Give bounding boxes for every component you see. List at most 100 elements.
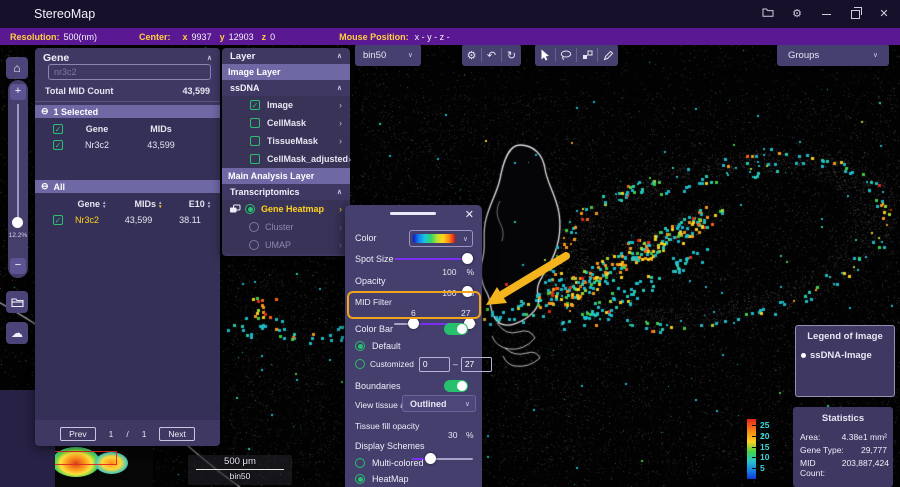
- selected-gene-row[interactable]: ✓ Nr3c2 43,599: [53, 140, 191, 150]
- heatmap-colorbar: 25 20 15 10 5: [745, 418, 791, 482]
- files-button[interactable]: [6, 291, 28, 313]
- settings-gear-icon[interactable]: ⚙: [787, 0, 807, 28]
- maximize-icon[interactable]: [845, 0, 865, 28]
- chevron-right-icon[interactable]: ›: [339, 136, 342, 146]
- layer-item-tissuemask[interactable]: TissueMask ›: [222, 132, 350, 150]
- layer-panel-title: Layer: [230, 51, 255, 62]
- gene-search-input[interactable]: [48, 64, 211, 80]
- chevron-up-icon[interactable]: ∧: [337, 84, 342, 92]
- chevron-up-icon[interactable]: ∧: [337, 188, 342, 196]
- slider-handle[interactable]: [462, 253, 473, 264]
- layer-checkbox[interactable]: [250, 136, 260, 146]
- all-mids-header[interactable]: MIDs▲▼: [121, 199, 176, 209]
- default-radio-selected[interactable]: [355, 341, 365, 351]
- all-e10-header[interactable]: E10▲▼: [176, 199, 224, 209]
- home-button[interactable]: ⌂: [6, 57, 28, 79]
- chevron-right-icon[interactable]: ›: [339, 240, 342, 250]
- cursor-tool-button[interactable]: [535, 44, 555, 66]
- chevron-down-icon: ∨: [873, 51, 878, 59]
- color-select[interactable]: ∨: [409, 230, 473, 247]
- customized-max-input[interactable]: [461, 357, 492, 372]
- mid-count-label: MID Count:: [800, 458, 842, 478]
- chevron-right-icon[interactable]: ›: [339, 118, 342, 128]
- check-icon: ✓: [55, 216, 62, 225]
- layer-item-umap[interactable]: UMAP ›: [222, 236, 350, 254]
- chevron-up-icon[interactable]: ∧: [207, 54, 212, 62]
- gene-type-label: Gene Type:: [800, 445, 844, 455]
- layer-item-cellmask[interactable]: CellMask ›: [222, 114, 350, 132]
- layer-item-gene-heatmap[interactable]: Gene Heatmap ›: [222, 200, 350, 218]
- radio-unselected[interactable]: [249, 222, 259, 232]
- chevron-right-icon[interactable]: ›: [339, 100, 342, 110]
- lasso-tool-button[interactable]: [556, 44, 576, 66]
- layer-item-cluster[interactable]: Cluster ›: [222, 218, 350, 236]
- prev-page-button[interactable]: Prev: [60, 427, 95, 441]
- layer-checkbox[interactable]: [250, 154, 260, 164]
- chevron-right-icon[interactable]: ›: [339, 204, 342, 214]
- check-icon: ✓: [55, 141, 62, 150]
- center-x-label: x: [183, 32, 188, 42]
- boundaries-toggle[interactable]: [444, 380, 468, 392]
- chevron-up-icon[interactable]: ∧: [337, 52, 342, 60]
- layer-item-cellmask-adjusted[interactable]: CellMask_adjusted ›: [222, 150, 350, 168]
- open-file-icon[interactable]: [758, 0, 778, 28]
- heatmap-settings-popup: ✕ Color ∨ Spot Size 100 % Opacity 100 %: [345, 205, 482, 487]
- radio-selected[interactable]: [245, 204, 255, 214]
- minimize-icon[interactable]: [816, 0, 836, 28]
- heatmap-settings-button[interactable]: ⚙: [462, 44, 481, 66]
- minimap-viewport-rect[interactable]: [55, 451, 117, 465]
- radio-unselected[interactable]: [249, 240, 259, 250]
- gene-checkbox[interactable]: ✓: [53, 140, 63, 150]
- color-bar-label: Color Bar: [355, 324, 393, 334]
- chevron-right-icon[interactable]: ›: [339, 222, 342, 232]
- sort-icon[interactable]: ▲▼: [102, 201, 106, 209]
- cloud-upload-button[interactable]: ☁: [6, 322, 28, 344]
- customized-min-input[interactable]: [419, 357, 450, 372]
- heatmap-option-label: HeatMap: [372, 474, 409, 484]
- color-bar-toggle[interactable]: [444, 323, 468, 335]
- sort-desc-icon[interactable]: ▲▼: [158, 201, 162, 209]
- selected-section-header[interactable]: ⊖ 1 Selected: [35, 105, 220, 118]
- collapse-circle-icon[interactable]: ⊖: [41, 181, 49, 192]
- heatmap-radio-selected[interactable]: [355, 474, 365, 484]
- zoom-slider-handle[interactable]: [12, 217, 23, 228]
- pagination: Prev 1 / 1 Next: [35, 422, 220, 446]
- undo-button[interactable]: ↶: [482, 44, 501, 66]
- sort-icon[interactable]: ▲▼: [207, 201, 211, 209]
- spot-size-slider[interactable]: [395, 253, 473, 264]
- next-page-button[interactable]: Next: [159, 427, 194, 441]
- close-icon[interactable]: ✕: [874, 0, 894, 28]
- tissue-fill-label: Tissue fill opacity: [355, 421, 419, 431]
- reset-view-button[interactable]: ↻: [502, 44, 521, 66]
- ssdna-group-header[interactable]: ssDNA ∧: [222, 80, 350, 96]
- drag-handle[interactable]: [390, 212, 436, 215]
- view-tissue-select[interactable]: Outlined ∨: [402, 395, 476, 412]
- all-gene-header[interactable]: Gene▲▼: [63, 199, 121, 209]
- all-gene-table: Gene▲▼ MIDs▲▼ E10▲▼ ✓ Nr3c2 43,599 38.11: [35, 193, 220, 420]
- gene-checkbox[interactable]: ✓: [53, 215, 63, 225]
- groups-dropdown[interactable]: Groups ∨: [777, 44, 889, 66]
- layer-checkbox[interactable]: ✓: [250, 100, 260, 110]
- bin-selector[interactable]: bin50 ∨: [355, 44, 421, 66]
- zoom-slider-track[interactable]: [17, 104, 19, 222]
- all-section-header[interactable]: ⊖ All: [35, 180, 220, 193]
- zoom-out-button[interactable]: −: [10, 258, 26, 274]
- multi-colored-radio[interactable]: [355, 458, 365, 468]
- chevron-right-icon[interactable]: ›: [348, 154, 351, 164]
- transcriptomics-group-header[interactable]: Transcriptomics ∧: [222, 184, 350, 200]
- merge-tool-button[interactable]: [577, 44, 597, 66]
- layer-checkbox[interactable]: [250, 118, 260, 128]
- customized-radio[interactable]: [355, 359, 365, 369]
- layer-item-image[interactable]: ✓ Image ›: [222, 96, 350, 114]
- close-icon[interactable]: ✕: [465, 208, 474, 221]
- pen-tool-button[interactable]: [598, 44, 618, 66]
- resolution-value: 500(nm): [64, 32, 98, 42]
- all-section-label: All: [54, 182, 66, 192]
- zoom-in-button[interactable]: +: [10, 84, 26, 100]
- gear-icon: ⚙: [467, 49, 477, 62]
- range-dash: –: [453, 359, 458, 369]
- select-all-checkbox[interactable]: ✓: [53, 124, 63, 134]
- collapse-circle-icon[interactable]: ⊖: [41, 106, 49, 117]
- all-gene-row[interactable]: ✓ Nr3c2 43,599 38.11: [53, 215, 214, 225]
- legend-dot-icon: [801, 353, 806, 358]
